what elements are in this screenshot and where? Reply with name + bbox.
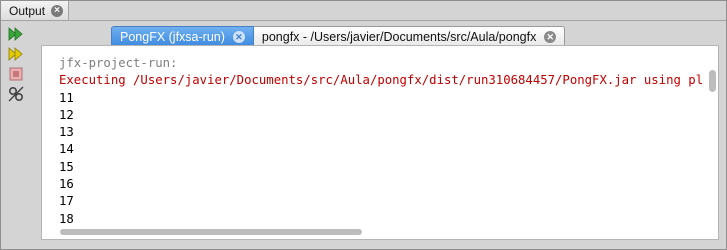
console-line: 13 [59,125,74,140]
tab-pongfx-project[interactable]: pongfx - /Users/javier/Documents/src/Aul… [253,26,566,46]
close-icon[interactable]: ✕ [232,30,245,43]
output-title-tab[interactable]: Output × [1,1,69,21]
close-icon[interactable]: × [51,4,64,17]
settings-icon[interactable] [7,85,25,103]
console-line: 17 [59,194,74,209]
output-console[interactable]: jfx-project-run: Executing /Users/javier… [41,45,719,240]
console-executing-line[interactable]: Executing /Users/javier/Documents/src/Au… [59,72,704,89]
output-window: Output × PongFX (jfxsa-run) ✕ pongfx - /… [0,0,727,250]
console-line: 18 [59,211,74,226]
tab-pongfx-jfxsa-run[interactable]: PongFX (jfxsa-run) ✕ [111,26,254,46]
stop-icon[interactable] [7,65,25,83]
rerun-icon[interactable] [7,25,25,43]
console-line: 15 [59,159,74,174]
close-icon[interactable]: ✕ [544,30,557,43]
output-tabs: PongFX (jfxsa-run) ✕ pongfx - /Users/jav… [111,26,566,46]
vertical-scrollbar[interactable] [709,70,716,92]
output-title: Output [9,3,46,18]
divider [69,20,726,21]
console-line: 14 [59,142,74,157]
tab-label: pongfx - /Users/javier/Documents/src/Aul… [261,29,537,44]
console-line: 16 [59,177,74,192]
console-header-line: jfx-project-run: [59,56,178,70]
tab-label: PongFX (jfxsa-run) [120,29,225,44]
console-line: 12 [59,107,74,122]
console-lines: jfx-project-run: Executing /Users/javier… [59,55,704,228]
horizontal-scrollbar[interactable] [60,229,362,235]
output-toolbar [7,25,29,103]
console-line: 11 [59,90,74,105]
rerun-with-params-icon[interactable] [7,45,25,63]
